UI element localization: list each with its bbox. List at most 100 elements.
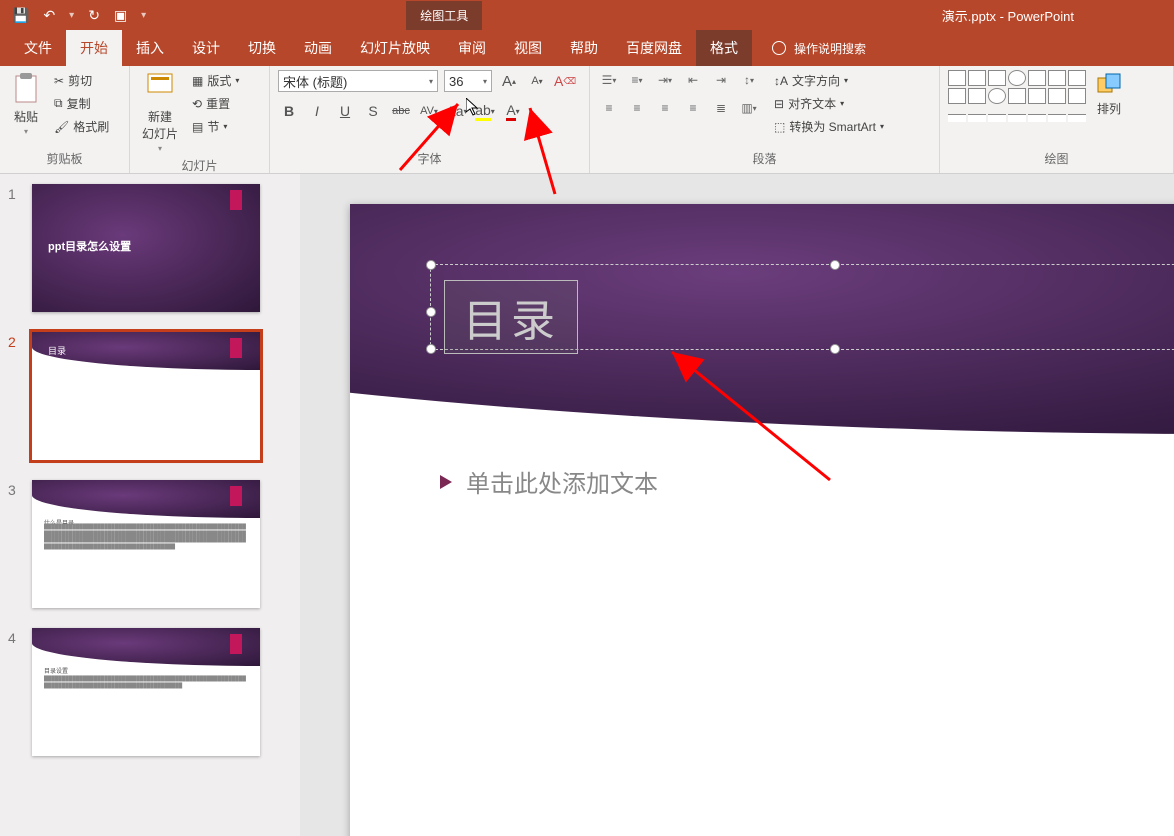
increase-indent-button[interactable]: ⇥ — [710, 70, 732, 90]
bullet-icon — [440, 475, 452, 489]
grow-font-button[interactable]: A▴ — [498, 70, 520, 92]
content-placeholder[interactable]: 单击此处添加文本 — [440, 464, 1174, 836]
title-text-selected[interactable]: 目录 — [444, 280, 578, 354]
numbering-button[interactable]: ≡▾ — [626, 70, 648, 90]
align-left-button[interactable]: ≡ — [598, 98, 620, 118]
selection-handle[interactable] — [830, 260, 840, 270]
slide-thumbnail-3[interactable]: 什么是目录 ██████████████████████████████████… — [32, 480, 260, 608]
group-label: 绘图 — [948, 148, 1165, 169]
layout-icon: ▦ — [192, 74, 203, 88]
align-center-button[interactable]: ≡ — [626, 98, 648, 118]
distribute-button[interactable]: ≣ — [710, 98, 732, 118]
slide[interactable]: 目录 单击此处添加文本 — [350, 204, 1174, 836]
tab-baidu[interactable]: 百度网盘 — [612, 30, 696, 66]
line-spacing-button[interactable]: ↕▾ — [738, 70, 760, 90]
reset-button[interactable]: ⟲重置 — [188, 93, 243, 114]
thumb-body: ████████████████████████████████████████… — [44, 524, 248, 550]
tab-help[interactable]: 帮助 — [556, 30, 612, 66]
columns-button[interactable]: ▥▾ — [738, 98, 760, 118]
font-name-combo[interactable]: 宋体 (标题) ▾ — [278, 70, 438, 92]
start-slideshow-icon[interactable]: ▣ — [114, 7, 127, 24]
shrink-font-button[interactable]: A▾ — [526, 70, 548, 92]
tab-animations[interactable]: 动画 — [290, 30, 346, 66]
slide-number: 3 — [8, 480, 22, 498]
selection-handle[interactable] — [830, 344, 840, 354]
title-bar: 💾 ↶ ▾ ↻ ▣ ▾ 绘图工具 演示.pptx - PowerPoint — [0, 0, 1174, 30]
font-name-value: 宋体 (标题) — [283, 72, 347, 91]
tab-home[interactable]: 开始 — [66, 30, 122, 66]
font-size-value: 36 — [449, 74, 463, 89]
slide-thumbnail-1[interactable]: ppt目录怎么设置 — [32, 184, 260, 312]
group-label: 字体 — [278, 148, 581, 169]
chevron-down-icon: ▾ — [483, 77, 487, 86]
quick-access-toolbar: 💾 ↶ ▾ ↻ ▣ ▾ — [0, 7, 146, 24]
tab-insert[interactable]: 插入 — [122, 30, 178, 66]
layout-button[interactable]: ▦版式▾ — [188, 70, 243, 91]
tab-design[interactable]: 设计 — [178, 30, 234, 66]
document-title: 演示.pptx - PowerPoint — [942, 6, 1074, 25]
bold-button[interactable]: B — [278, 100, 300, 122]
char-spacing-button[interactable]: AV▾ — [418, 100, 440, 122]
convert-smartart-button[interactable]: ⬚转换为 SmartArt▾ — [770, 116, 888, 137]
undo-icon[interactable]: ↶ — [43, 7, 55, 24]
shapes-gallery[interactable] — [948, 70, 1086, 122]
italic-button[interactable]: I — [306, 100, 328, 122]
tell-me-search[interactable]: 操作说明搜索 — [772, 40, 866, 57]
new-slide-icon — [146, 72, 174, 106]
text-direction-icon: ↕A — [774, 74, 788, 88]
slide-thumbnail-panel[interactable]: 1 ppt目录怎么设置 2 目录 3 什么是目录 ███████████████… — [0, 174, 300, 836]
cut-button[interactable]: ✂剪切 — [50, 70, 113, 91]
clear-format-button[interactable]: A⌫ — [554, 70, 576, 92]
qat-customize-icon[interactable]: ▾ — [141, 10, 146, 21]
thumbnail-row: 2 目录 — [8, 332, 292, 460]
group-drawing: 排列 绘图 — [940, 66, 1174, 173]
tab-view[interactable]: 视图 — [500, 30, 556, 66]
copy-icon: ⧉ — [54, 96, 63, 111]
selection-handle[interactable] — [426, 307, 436, 317]
align-right-button[interactable]: ≡ — [654, 98, 676, 118]
font-color-button[interactable]: A▾ — [502, 100, 524, 122]
bookmark-icon — [230, 338, 242, 358]
group-label: 段落 — [598, 148, 931, 169]
save-icon[interactable]: 💾 — [12, 7, 29, 24]
selection-handle[interactable] — [426, 260, 436, 270]
section-button[interactable]: ▤节▾ — [188, 116, 243, 137]
font-size-combo[interactable]: 36 ▾ — [444, 70, 492, 92]
copy-button[interactable]: ⧉复制 — [50, 93, 113, 114]
tab-slideshow[interactable]: 幻灯片放映 — [346, 30, 444, 66]
thumb-title: ppt目录怎么设置 — [48, 238, 131, 254]
chevron-down-icon: ▾ — [429, 77, 433, 86]
slide-thumbnail-4[interactable]: 目录设置 ███████████████████████████████████… — [32, 628, 260, 756]
shadow-button[interactable]: S — [362, 100, 384, 122]
redo-icon[interactable]: ↻ — [88, 7, 100, 24]
underline-button[interactable]: U — [334, 100, 356, 122]
tab-transitions[interactable]: 切换 — [234, 30, 290, 66]
paste-button[interactable]: 粘贴 ▾ — [8, 70, 44, 138]
strikethrough-button[interactable]: abc — [390, 100, 412, 122]
arrange-button[interactable]: 排列 — [1092, 70, 1126, 119]
slide-canvas-area[interactable]: 目录 单击此处添加文本 — [300, 174, 1174, 836]
section-icon: ▤ — [192, 120, 203, 134]
align-text-button[interactable]: ⊟对齐文本▾ — [770, 93, 888, 114]
slide-number: 1 — [8, 184, 22, 202]
selection-handle[interactable] — [426, 344, 436, 354]
tab-review[interactable]: 审阅 — [444, 30, 500, 66]
list-level-button[interactable]: ⇥▾ — [654, 70, 676, 90]
decrease-indent-button[interactable]: ⇤ — [682, 70, 704, 90]
change-case-button[interactable]: Aa▾ — [446, 100, 468, 122]
slide-number: 2 — [8, 332, 22, 350]
format-painter-button[interactable]: 🖌格式刷 — [50, 116, 113, 137]
tab-format[interactable]: 格式 — [696, 30, 752, 66]
ribbon-tabs: 文件 开始 插入 设计 切换 动画 幻灯片放映 审阅 视图 帮助 百度网盘 格式… — [0, 30, 1174, 66]
justify-button[interactable]: ≡ — [682, 98, 704, 118]
slide-thumbnail-2[interactable]: 目录 — [32, 332, 260, 460]
bullets-button[interactable]: ☰▾ — [598, 70, 620, 90]
contextual-tab-drawing-tools: 绘图工具 — [406, 1, 482, 30]
thumb-title: 目录 — [48, 344, 66, 357]
tab-file[interactable]: 文件 — [10, 30, 66, 66]
bookmark-icon — [230, 190, 242, 210]
undo-more-icon[interactable]: ▾ — [69, 10, 74, 21]
thumbnail-row: 1 ppt目录怎么设置 — [8, 184, 292, 312]
new-slide-button[interactable]: 新建 幻灯片 ▾ — [138, 70, 182, 155]
text-direction-button[interactable]: ↕A文字方向▾ — [770, 70, 888, 91]
